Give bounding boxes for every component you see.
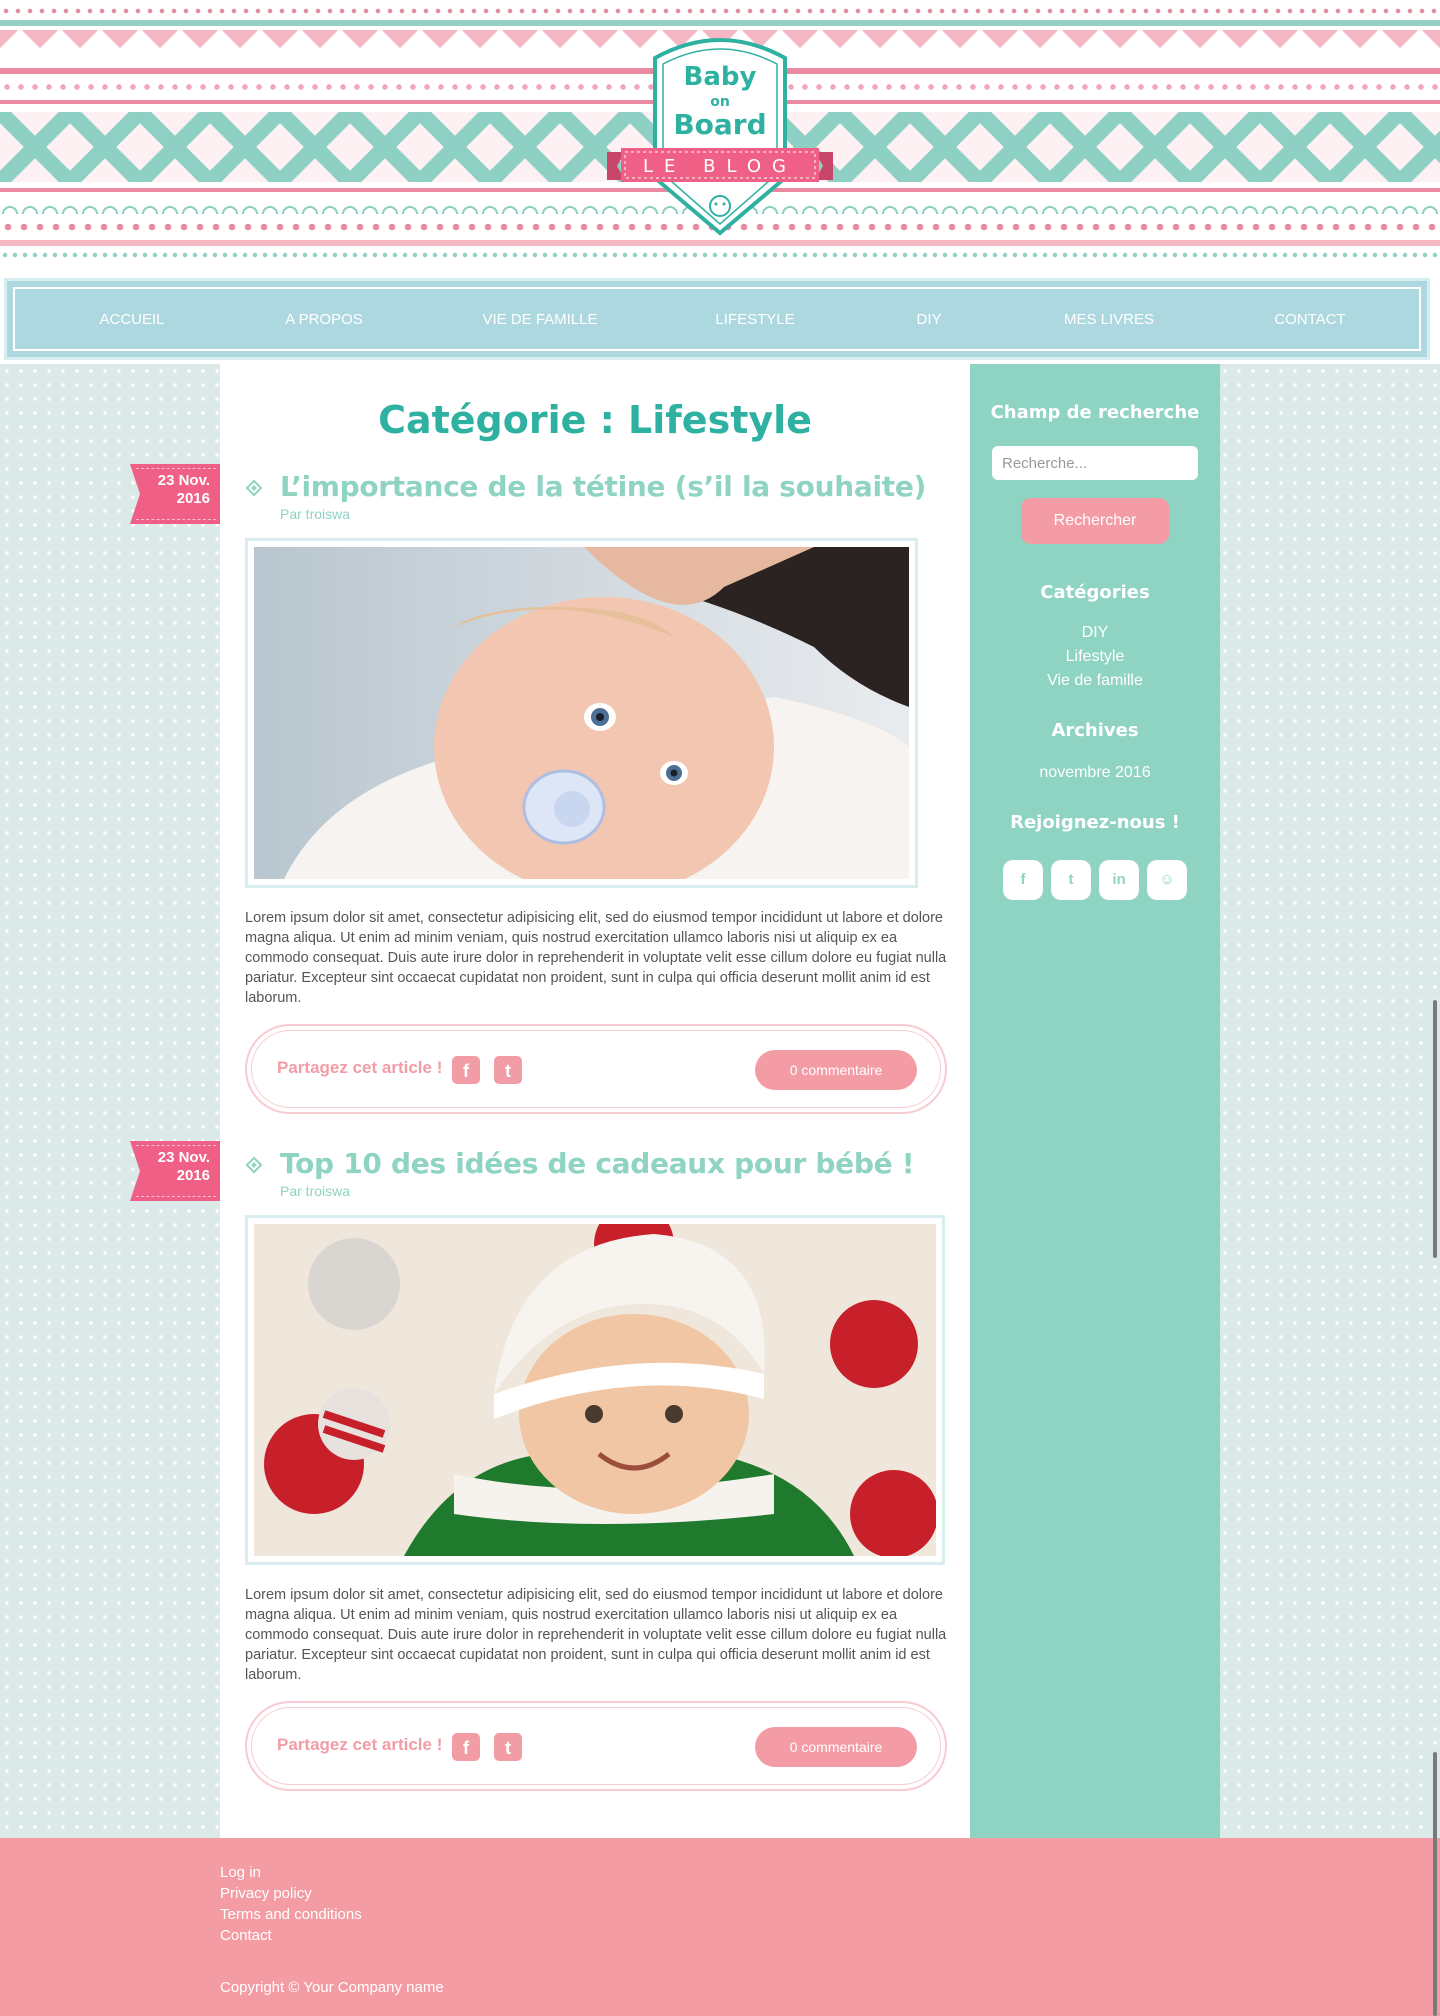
footer-link-login[interactable]: Log in <box>220 1864 261 1881</box>
article-image[interactable] <box>245 538 918 897</box>
pattern-band <box>0 20 1440 26</box>
header-banner: Baby on Board LE BLOG <box>0 0 1440 278</box>
category-link-diy[interactable]: DIY <box>970 624 1220 642</box>
linkedin-icon[interactable]: in <box>1099 860 1139 900</box>
facebook-icon[interactable]: f <box>1003 860 1043 900</box>
category-link-lifestyle[interactable]: Lifestyle <box>970 648 1220 666</box>
search-heading: Champ de recherche <box>990 402 1200 423</box>
copyright-text: Copyright © Your Company name <box>220 1979 444 1996</box>
scrollbar-thumb[interactable] <box>1433 1752 1437 2016</box>
share-bar: Partagez cet article ! f t 0 commentaire <box>245 1701 947 1791</box>
nav-item-lifestyle[interactable]: LIFESTYLE <box>715 281 794 359</box>
article-excerpt: Lorem ipsum dolor sit amet, consectetur … <box>245 910 947 1006</box>
page-title: Catégorie : Lifestyle <box>378 398 812 442</box>
article-title[interactable]: Top 10 des idées de cadeaux pour bébé ! <box>280 1147 915 1180</box>
nav-item-a-propos[interactable]: A PROPOS <box>285 281 363 359</box>
date-year: 2016 <box>176 1167 210 1184</box>
date-day: 23 Nov. <box>157 1149 210 1166</box>
categories-heading: Catégories <box>1040 582 1150 603</box>
nav-bar: ACCUEIL A PROPOS VIE DE FAMILLE LIFESTYL… <box>4 278 1430 360</box>
footer: Log in Privacy policy Terms and conditio… <box>0 1838 1440 2016</box>
nav-item-accueil[interactable]: ACCUEIL <box>99 281 164 359</box>
logo-ribbon-text: LE BLOG <box>643 156 797 177</box>
baby-in-christmas-hat-photo <box>254 1204 938 1558</box>
nav-item-contact[interactable]: CONTACT <box>1274 281 1345 359</box>
logo-text: Baby <box>683 62 757 92</box>
date-ribbon: 23 Nov. 2016 <box>130 1141 220 1201</box>
article-title[interactable]: L’importance de la tétine (s’il la souha… <box>280 470 926 503</box>
twitter-share-icon[interactable]: t <box>494 1733 522 1761</box>
article-author[interactable]: Par troiswa <box>280 506 350 522</box>
share-bar: Partagez cet article ! f t 0 commentaire <box>245 1024 947 1114</box>
twitter-share-icon[interactable]: t <box>494 1056 522 1084</box>
twitter-icon[interactable]: t <box>1051 860 1091 900</box>
search-input[interactable] <box>992 446 1198 480</box>
article-excerpt: Lorem ipsum dolor sit amet, consectetur … <box>245 1587 947 1683</box>
date-year: 2016 <box>176 490 210 507</box>
article-author[interactable]: Par troiswa <box>280 1183 350 1199</box>
nav-item-diy[interactable]: DIY <box>916 281 941 359</box>
sidebar: Champ de recherche Rechercher Catégories… <box>970 364 1220 1838</box>
facebook-share-icon[interactable]: f <box>452 1056 480 1084</box>
search-button[interactable]: Rechercher <box>1021 498 1169 544</box>
footer-link-contact[interactable]: Contact <box>220 1927 272 1944</box>
pattern-band <box>0 252 1440 258</box>
baby-with-pacifier-photo <box>254 547 909 897</box>
scrollbar-thumb[interactable] <box>1433 1000 1437 1258</box>
article-card: 23 Nov. 2016 L’importance de la tétine (… <box>130 464 970 1124</box>
nav-item-mes-livres[interactable]: MES LIVRES <box>1064 281 1154 359</box>
logo-text: Board <box>673 108 767 141</box>
category-link-vie-de-famille[interactable]: Vie de famille <box>970 672 1220 690</box>
pattern-band <box>0 8 1440 14</box>
share-label: Partagez cet article ! <box>277 1058 443 1077</box>
article-image[interactable] <box>245 1204 945 1565</box>
facebook-share-icon[interactable]: f <box>452 1733 480 1761</box>
archives-heading: Archives <box>1051 720 1139 741</box>
date-day: 23 Nov. <box>157 472 210 489</box>
main-content: Catégorie : Lifestyle 23 Nov. 2016 L’imp… <box>130 364 970 1838</box>
article-card: 23 Nov. 2016 Top 10 des idées de cadeaux… <box>130 1141 970 1801</box>
date-ribbon: 23 Nov. 2016 <box>130 464 220 524</box>
nav-item-vie-de-famille[interactable]: VIE DE FAMILLE <box>482 281 597 359</box>
scrollbar[interactable] <box>1430 0 1440 2016</box>
social-heading: Rejoignez-nous ! <box>1010 812 1180 833</box>
footer-link-privacy[interactable]: Privacy policy <box>220 1885 312 1902</box>
diamond-icon <box>245 479 263 497</box>
footer-link-terms[interactable]: Terms and conditions <box>220 1906 362 1923</box>
archive-link[interactable]: novembre 2016 <box>970 764 1220 782</box>
comments-button[interactable]: 0 commentaire <box>755 1727 917 1767</box>
diamond-icon <box>245 1156 263 1174</box>
site-logo[interactable]: Baby on Board LE BLOG <box>607 28 833 240</box>
share-label: Partagez cet article ! <box>277 1735 443 1754</box>
github-icon[interactable]: ☺ <box>1147 860 1187 900</box>
pattern-band <box>0 240 1440 246</box>
comments-button[interactable]: 0 commentaire <box>755 1050 917 1090</box>
main-navigation: ACCUEIL A PROPOS VIE DE FAMILLE LIFESTYL… <box>0 278 1440 364</box>
